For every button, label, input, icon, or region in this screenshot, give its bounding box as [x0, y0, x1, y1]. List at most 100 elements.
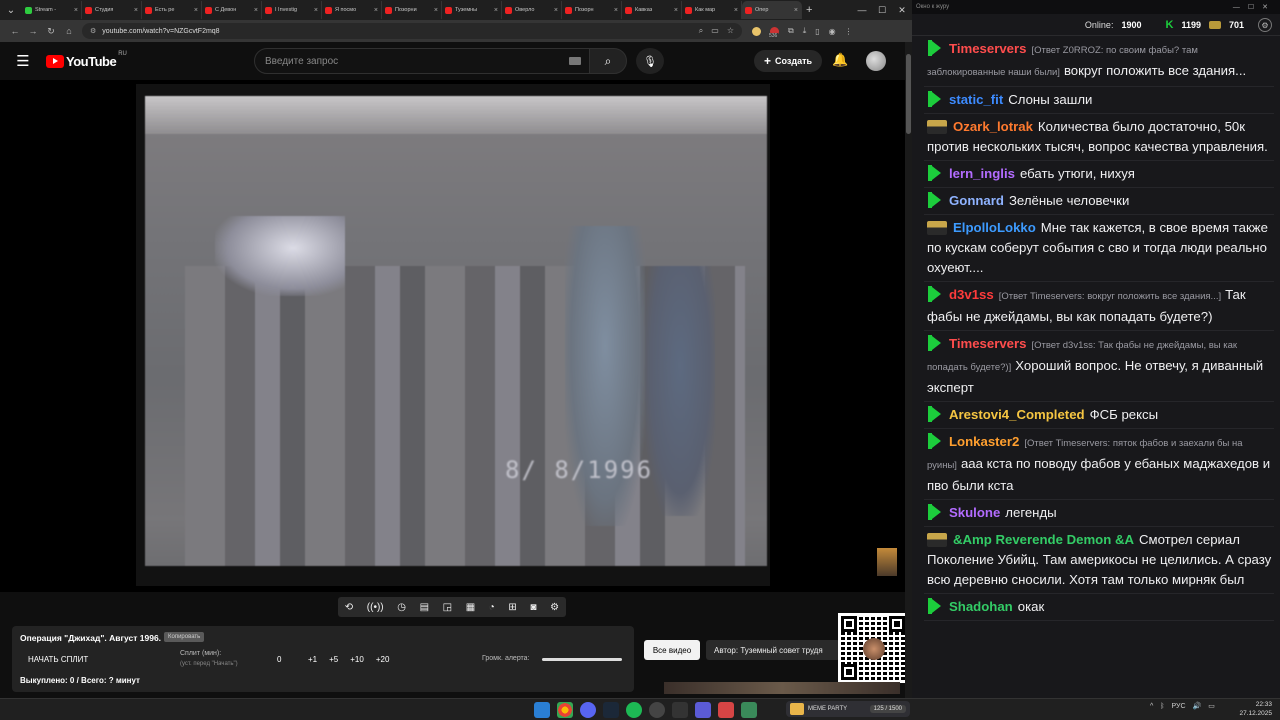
plus-10-button[interactable]: +10: [350, 655, 364, 664]
obs-icon[interactable]: [649, 702, 665, 718]
spotify-icon[interactable]: [626, 702, 642, 718]
youtube-logo[interactable]: YouTube RU: [46, 51, 127, 69]
steam-icon[interactable]: [603, 702, 619, 718]
tab-close-icon[interactable]: ×: [374, 7, 378, 14]
browser-tab[interactable]: Студия ×: [82, 1, 142, 19]
plus-20-button[interactable]: +20: [376, 655, 390, 664]
plus-1-button[interactable]: +1: [308, 655, 317, 664]
chat-username[interactable]: Lonkaster2: [949, 434, 1019, 449]
copy-button[interactable]: Копировать: [164, 632, 205, 642]
music-widget[interactable]: MEME PARTY 125 / 1500: [786, 701, 910, 717]
tool-icon[interactable]: [741, 702, 757, 718]
cast-icon[interactable]: ▭: [711, 26, 719, 36]
browser-tab[interactable]: Есть ре ×: [142, 1, 202, 19]
download-icon[interactable]: ⤓: [803, 26, 807, 36]
network-icon[interactable]: ▭: [1208, 702, 1215, 710]
tab-close-icon[interactable]: ×: [554, 7, 558, 14]
filmstrip-icon[interactable]: ▦: [466, 602, 475, 613]
chat-username[interactable]: Arestovi4_Completed: [949, 407, 1085, 422]
back-icon[interactable]: ←: [6, 26, 24, 36]
browser-tab[interactable]: Позорни ×: [382, 1, 442, 19]
voice-search-button[interactable]: 🎙: [636, 48, 664, 74]
new-tab-icon[interactable]: +: [806, 4, 812, 16]
bookmark-star-icon[interactable]: ☆: [727, 26, 734, 36]
chat-username[interactable]: lern_inglis: [949, 166, 1015, 181]
settings-gear-icon[interactable]: ⚙: [550, 602, 559, 613]
chat-window-controls[interactable]: —☐✕: [1233, 3, 1276, 11]
tab-search-icon[interactable]: ⌄: [4, 3, 18, 17]
tab-close-icon[interactable]: ×: [494, 7, 498, 14]
loop-icon[interactable]: ⟲: [345, 602, 353, 613]
browser-menu-icon[interactable]: ⋮: [845, 27, 853, 36]
discord-icon[interactable]: [580, 702, 596, 718]
browser-tab[interactable]: I Investig ×: [262, 1, 322, 19]
browser-tab[interactable]: Оверло ×: [502, 1, 562, 19]
alert-volume-slider[interactable]: [542, 658, 622, 661]
tab-close-icon[interactable]: ×: [254, 7, 258, 14]
chat-username[interactable]: Skulone: [949, 505, 1000, 520]
audio-wave-icon[interactable]: ((•)): [367, 602, 384, 613]
chat-username[interactable]: &Amp Reverende Demon &A: [953, 532, 1134, 547]
tab-close-icon[interactable]: ×: [74, 7, 78, 14]
page-scrollbar[interactable]: [905, 42, 912, 698]
author-button[interactable]: Автор: Туземный совет трудя: [706, 640, 840, 660]
add-clip-icon[interactable]: ⊞: [508, 602, 516, 613]
browser-tab[interactable]: Кавказ ×: [622, 1, 682, 19]
menu-icon[interactable]: ☰: [0, 52, 46, 70]
watch-later-icon[interactable]: ◷: [397, 602, 406, 613]
clock[interactable]: 22:33 27.12.2025: [1239, 700, 1272, 718]
tab-close-icon[interactable]: ×: [674, 7, 678, 14]
notifications-bell-icon[interactable]: 🔔: [832, 52, 848, 68]
search-button[interactable]: ⌕: [589, 48, 627, 74]
browser-taskbar-icon[interactable]: [718, 702, 734, 718]
language-indicator[interactable]: РУС: [1172, 703, 1186, 710]
zoom-icon[interactable]: ⌕: [699, 26, 703, 36]
chat-username[interactable]: static_fit: [949, 92, 1003, 107]
chat-username[interactable]: d3v1ss: [949, 287, 994, 302]
speed-icon[interactable]: ◔: [489, 602, 495, 613]
tab-close-icon[interactable]: ×: [314, 7, 318, 14]
browser-tab[interactable]: Stream - ×: [22, 1, 82, 19]
search-input[interactable]: Введите запрос: [254, 48, 590, 74]
picture-in-picture-icon[interactable]: ◲: [443, 602, 452, 613]
volume-icon[interactable]: 🔊: [1193, 702, 1202, 710]
minimize-icon[interactable]: —: [852, 5, 872, 15]
chat-settings-icon[interactable]: ⚙: [1258, 18, 1272, 32]
chat-username[interactable]: Timeservers: [949, 41, 1026, 56]
tab-close-icon[interactable]: ×: [794, 7, 798, 14]
avatar[interactable]: [866, 51, 886, 71]
channel-watermark[interactable]: [877, 548, 897, 576]
chrome-icon[interactable]: [557, 702, 573, 718]
tab-close-icon[interactable]: ×: [734, 7, 738, 14]
browser-tab[interactable]: Как мар ×: [682, 1, 742, 19]
browser-tab[interactable]: С Девон ×: [202, 1, 262, 19]
sidebar-icon[interactable]: ▯: [815, 27, 819, 36]
tab-close-icon[interactable]: ×: [194, 7, 198, 14]
browser-tab[interactable]: Я посмо ×: [322, 1, 382, 19]
browser-tab[interactable]: Туземны ×: [442, 1, 502, 19]
extension-icon[interactable]: [752, 26, 761, 36]
browser-tab[interactable]: Опер ×: [742, 1, 802, 19]
start-icon[interactable]: [534, 702, 550, 718]
keyboard-icon[interactable]: [569, 57, 581, 65]
forward-icon[interactable]: →: [24, 26, 42, 36]
site-info-icon[interactable]: ⚙: [90, 27, 96, 35]
chat-username[interactable]: Timeservers: [949, 336, 1026, 351]
reload-icon[interactable]: ↻: [42, 26, 60, 37]
media-icon[interactable]: [695, 702, 711, 718]
chat-username[interactable]: Shadohan: [949, 599, 1013, 614]
home-icon[interactable]: ⌂: [60, 26, 78, 36]
start-split-button[interactable]: НАЧАТЬ СПЛИТ: [28, 655, 88, 664]
tab-close-icon[interactable]: ×: [134, 7, 138, 14]
profile-icon[interactable]: ◉: [829, 27, 836, 36]
split-value[interactable]: 0: [277, 655, 281, 664]
screenshot-icon[interactable]: ◙: [530, 602, 536, 613]
create-button[interactable]: + Создать: [754, 50, 822, 72]
plus-5-button[interactable]: +5: [329, 655, 338, 664]
extensions-puzzle-icon[interactable]: ⧉: [788, 26, 794, 36]
maximize-icon[interactable]: ☐: [872, 5, 892, 16]
app-icon[interactable]: [672, 702, 688, 718]
url-bar[interactable]: ⚙ youtube.com/watch?v=NZGcvtF2mq8 ⌕ ▭ ☆: [82, 23, 742, 39]
all-videos-button[interactable]: Все видео: [644, 640, 700, 660]
tab-close-icon[interactable]: ×: [434, 7, 438, 14]
